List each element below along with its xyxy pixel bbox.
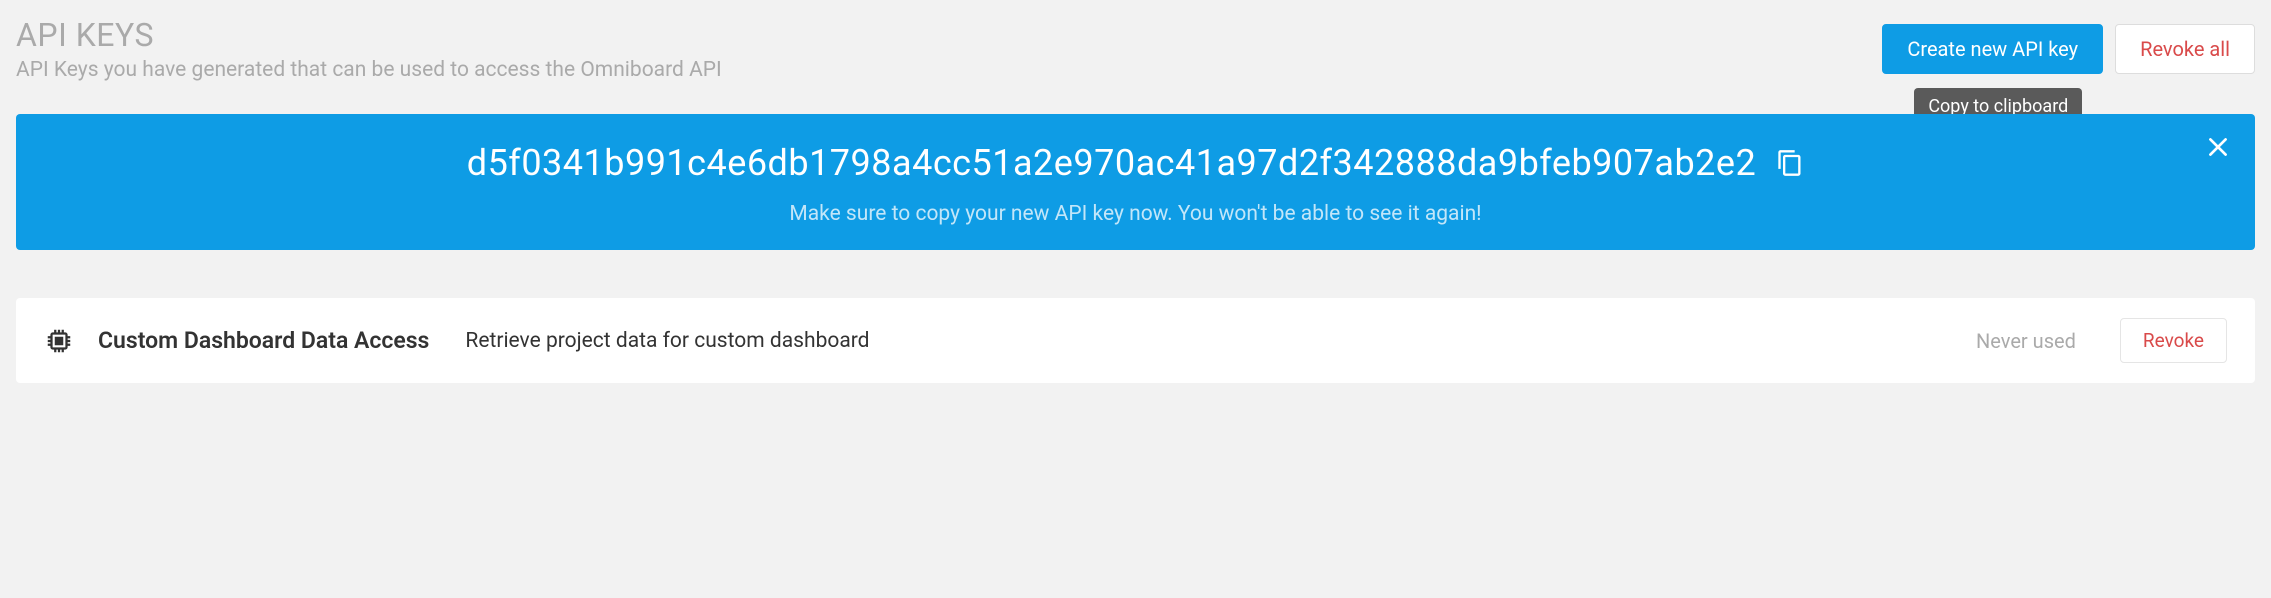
page-subtitle: API Keys you have generated that can be … — [16, 58, 1882, 82]
header-text-block: API KEYS API Keys you have generated tha… — [16, 16, 1882, 82]
api-key-row: d5f0341b991c4e6db1798a4cc51a2e970ac41a97… — [48, 142, 2223, 184]
page-title: API KEYS — [16, 16, 1882, 54]
page-header: API KEYS API Keys you have generated tha… — [16, 16, 2255, 82]
api-key-value: d5f0341b991c4e6db1798a4cc51a2e970ac41a97… — [467, 142, 1756, 184]
copy-icon[interactable] — [1776, 149, 1804, 177]
api-key-status: Never used — [1976, 329, 2076, 353]
header-actions: Create new API key Revoke all Copy to cl… — [1882, 24, 2255, 74]
api-key-name: Custom Dashboard Data Access — [98, 327, 429, 354]
chip-icon — [44, 326, 74, 356]
new-api-key-alert: d5f0341b991c4e6db1798a4cc51a2e970ac41a97… — [16, 114, 2255, 250]
revoke-all-button[interactable]: Revoke all — [2115, 24, 2255, 74]
alert-subtext: Make sure to copy your new API key now. … — [48, 202, 2223, 226]
create-api-key-button[interactable]: Create new API key — [1882, 24, 2103, 74]
api-key-description: Retrieve project data for custom dashboa… — [465, 329, 869, 353]
close-icon[interactable] — [2205, 134, 2231, 160]
revoke-button[interactable]: Revoke — [2120, 318, 2227, 363]
api-key-item: Custom Dashboard Data Access Retrieve pr… — [16, 298, 2255, 383]
